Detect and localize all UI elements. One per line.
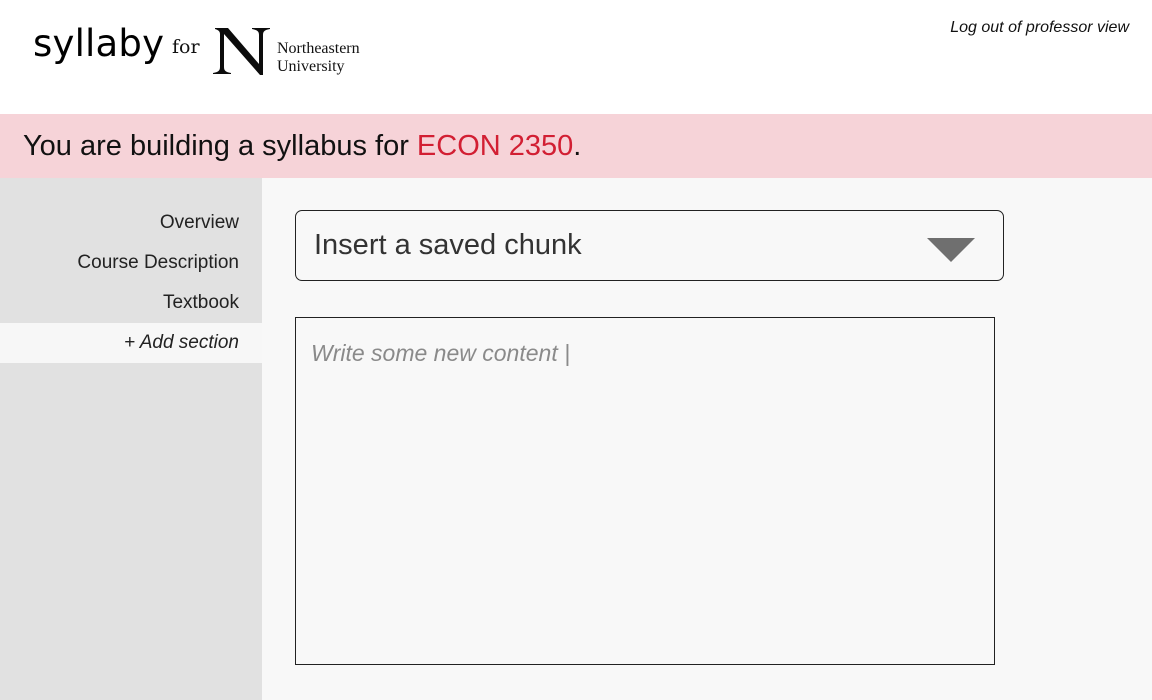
main-content: Insert a saved chunk Write some new cont… xyxy=(262,178,1152,700)
content-editor[interactable]: Write some new content | xyxy=(295,317,995,665)
saved-chunk-label: Insert a saved chunk xyxy=(314,229,582,261)
banner-suffix: . xyxy=(573,129,582,162)
northeastern-logo: Northeastern University xyxy=(213,26,383,78)
add-section-button[interactable]: + Add section xyxy=(0,323,262,363)
northeastern-n-icon xyxy=(213,28,270,75)
app-header: syllaby for Northeastern University Log … xyxy=(0,0,1152,114)
banner-prefix: You are building a syllabus for xyxy=(23,129,417,162)
course-banner: You are building a syllabus for ECON 235… xyxy=(0,114,1152,178)
caret-down-icon xyxy=(927,238,975,262)
for-label: for xyxy=(172,36,200,58)
saved-chunk-dropdown[interactable]: Insert a saved chunk xyxy=(295,210,1004,281)
banner-course-code: ECON 2350 xyxy=(416,129,574,162)
sidebar-item-course-description[interactable]: Course Description xyxy=(0,243,262,283)
sidebar-item-textbook[interactable]: Textbook xyxy=(0,283,262,323)
logout-link[interactable]: Log out of professor view xyxy=(950,19,1129,37)
wordmark-line-1: Northeastern xyxy=(277,40,360,57)
sidebar-item-overview[interactable]: Overview xyxy=(0,203,262,243)
wordmark-line-2: University xyxy=(277,58,345,75)
section-sidebar: Overview Course Description Textbook + A… xyxy=(0,178,262,700)
northeastern-wordmark: Northeastern University xyxy=(277,40,360,76)
editor-placeholder: Write some new content | xyxy=(311,340,571,366)
syllaby-logo[interactable]: syllaby xyxy=(33,22,164,65)
